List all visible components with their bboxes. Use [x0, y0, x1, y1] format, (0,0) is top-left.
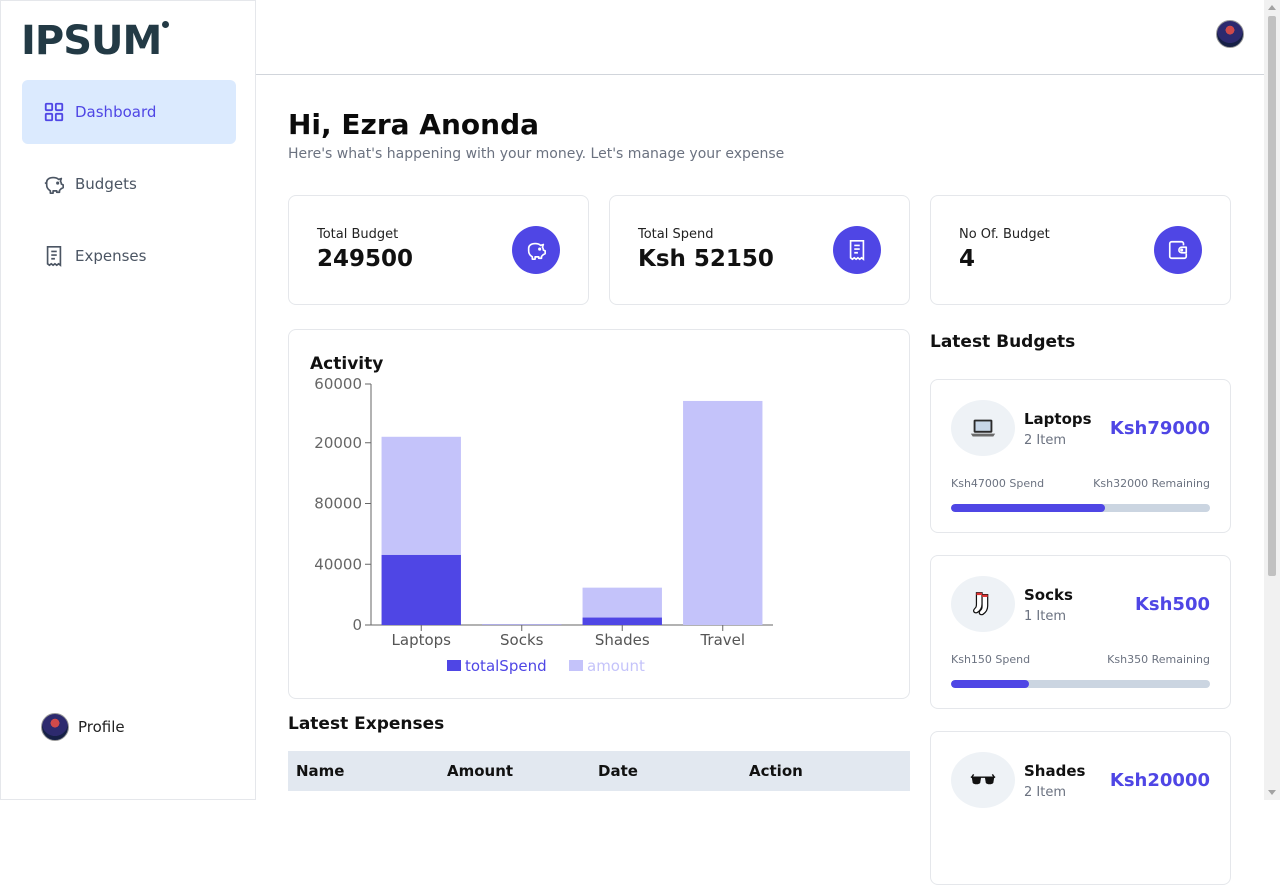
page-title: Hi, Ezra Anonda [288, 108, 539, 141]
stat-card-budget-count: No Of. Budget 4 [930, 195, 1231, 305]
receipt-icon [846, 239, 868, 261]
y-tick-label: 80000 [314, 495, 362, 513]
y-tick-label: 0 [352, 616, 362, 634]
stat-label: Total Budget [317, 227, 398, 242]
legend-label: amount [587, 657, 645, 675]
logo-text: IPSUM [21, 21, 161, 61]
column-header-amount: Amount [439, 762, 590, 780]
sidebar: IPSUM Dashboard Budgets Expenses Profile [0, 0, 256, 800]
latest-expenses-title: Latest Expenses [288, 714, 444, 734]
profile-link[interactable]: Profile [41, 713, 125, 741]
app-logo[interactable]: IPSUM [21, 21, 161, 61]
scroll-up-arrow-icon[interactable] [1268, 5, 1276, 10]
bar-amount [382, 437, 461, 555]
activity-chart: 0 40000 80000 20000 60000 Laptops Socks Shades T… [289, 358, 909, 698]
bar-amount [482, 624, 561, 625]
budget-progress-bar [951, 680, 1210, 688]
budget-spent: Ksh47000 Spend [951, 477, 1044, 490]
stat-card-total-spend: Total Spend Ksh 52150 [609, 195, 910, 305]
budget-spent: Ksh150 Spend [951, 653, 1030, 666]
sidebar-item-label: Dashboard [75, 103, 156, 121]
expenses-table-header: Name Amount Date Action [288, 751, 910, 791]
activity-card: Activity 040000800002000060000LaptopsSoc… [288, 329, 910, 699]
budget-amount: Ksh79000 [1110, 418, 1210, 439]
budget-remaining: Ksh32000 Remaining [1093, 477, 1210, 490]
sidebar-item-label: Budgets [75, 175, 137, 193]
latest-budgets-title: Latest Budgets [930, 332, 1075, 352]
column-header-date: Date [590, 762, 741, 780]
bar-amount [583, 588, 662, 618]
x-tick-label: Laptops [392, 631, 452, 649]
bar-totalSpend [583, 618, 662, 625]
budget-item-count: 2 Item [1024, 785, 1066, 800]
grid-icon [43, 101, 65, 123]
stat-label: Total Spend [638, 227, 714, 242]
legend-swatch [569, 660, 583, 671]
stat-icon-wrapper [1154, 226, 1202, 274]
sidebar-item-dashboard[interactable]: Dashboard [22, 80, 236, 144]
budget-card-shades[interactable]: Shades 2 Item Ksh20000 [930, 731, 1231, 885]
piggy-bank-icon [525, 239, 547, 261]
stat-value: Ksh 52150 [638, 246, 774, 272]
stat-value: 249500 [317, 246, 413, 272]
sidebar-item-expenses[interactable]: Expenses [22, 224, 236, 288]
user-avatar[interactable] [1216, 20, 1244, 48]
scroll-down-arrow-icon[interactable] [1268, 790, 1276, 795]
topbar [256, 0, 1264, 75]
legend-label: totalSpend [465, 657, 547, 675]
budget-name: Laptops [1024, 410, 1092, 428]
budget-amount: Ksh500 [1135, 594, 1210, 615]
budget-remaining: Ksh350 Remaining [1107, 653, 1210, 666]
socks-icon [968, 589, 998, 619]
sidebar-item-budgets[interactable]: Budgets [22, 152, 236, 216]
budget-progress-fill [951, 504, 1105, 512]
x-tick-label: Socks [500, 631, 544, 649]
stat-label: No Of. Budget [959, 227, 1050, 242]
column-header-name: Name [288, 762, 439, 780]
logo-dot [162, 21, 169, 28]
sidebar-item-label: Expenses [75, 247, 146, 265]
budget-icon-wrapper [951, 576, 1015, 632]
bar-totalSpend [382, 555, 461, 625]
budget-card-socks[interactable]: Socks 1 Item Ksh500 Ksh150 Spend Ksh350 … [930, 555, 1231, 709]
column-header-action: Action [741, 762, 892, 780]
stat-card-total-budget: Total Budget 249500 [288, 195, 589, 305]
y-tick-label: 60000 [314, 375, 362, 393]
avatar [41, 713, 69, 741]
y-tick-label: 20000 [314, 434, 362, 452]
budget-icon-wrapper [951, 400, 1015, 456]
wallet-icon [1167, 239, 1189, 261]
laptop-icon [968, 413, 998, 443]
profile-label: Profile [78, 718, 125, 736]
piggy-bank-icon [43, 173, 65, 195]
page-subtitle: Here's what's happening with your money.… [288, 146, 784, 162]
budget-amount: Ksh20000 [1110, 770, 1210, 791]
receipt-icon [43, 245, 65, 267]
stat-icon-wrapper [833, 226, 881, 274]
x-tick-label: Shades [595, 631, 650, 649]
budget-progress-fill [951, 680, 1029, 688]
budget-progress-bar [951, 504, 1210, 512]
budget-name: Shades [1024, 762, 1085, 780]
stat-icon-wrapper [512, 226, 560, 274]
legend-swatch [447, 660, 461, 671]
budget-card-laptops[interactable]: Laptops 2 Item Ksh79000 Ksh47000 Spend K… [930, 379, 1231, 533]
stat-value: 4 [959, 246, 975, 272]
scrollbar-thumb[interactable] [1268, 16, 1276, 576]
bar-amount [683, 401, 762, 625]
sunglasses-icon [968, 765, 998, 795]
y-tick-label: 40000 [314, 555, 362, 573]
page-scrollbar[interactable] [1264, 0, 1280, 800]
budget-item-count: 1 Item [1024, 609, 1066, 624]
budget-item-count: 2 Item [1024, 433, 1066, 448]
x-tick-label: Travel [699, 631, 745, 649]
budget-name: Socks [1024, 586, 1073, 604]
